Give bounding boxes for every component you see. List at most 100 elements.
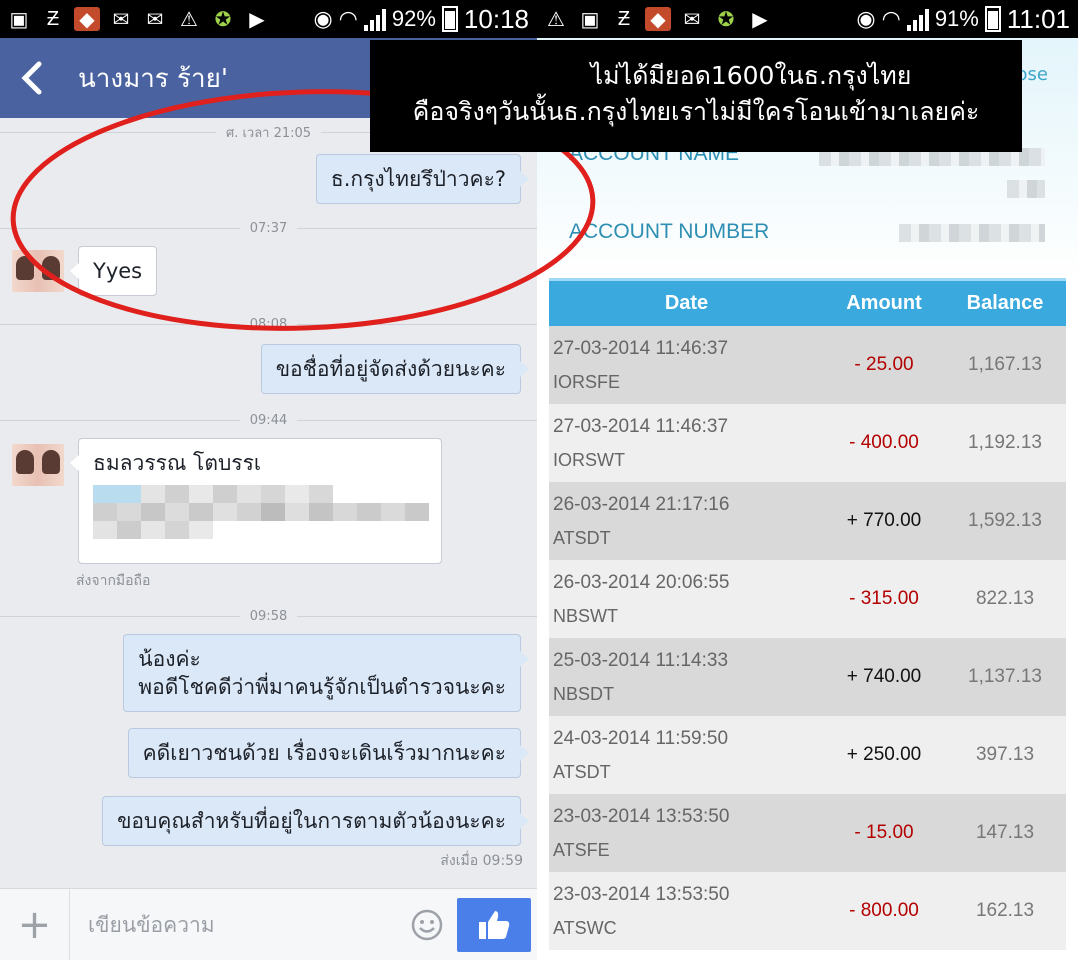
tx-code: ATSDT (553, 762, 611, 782)
thumbs-up-icon (479, 910, 510, 939)
chevron-left-icon (21, 61, 42, 95)
tx-balance: 1,592.13 (968, 510, 1042, 531)
table-header: Date Amount Balance (549, 278, 1066, 326)
game-icon: ◆ (74, 7, 100, 31)
message-outgoing[interactable]: น้องค่ะ พอดีโชคดีว่าพี่มาคนรู้จักเป็นตำร… (123, 634, 529, 712)
clock: 10:18 (463, 3, 529, 34)
attach-button[interactable]: + (0, 888, 70, 960)
eye-icon: ◉ (313, 6, 333, 31)
transaction-table: Date Amount Balance 27-03-2014 11:46:37 I… (549, 278, 1066, 950)
sent-from-mobile: ส่งจากมือถือ (76, 573, 151, 589)
plus-icon: + (17, 901, 52, 948)
table-row[interactable]: 23-03-2014 13:53:50 ATSFE - 15.00 147.13 (549, 794, 1066, 872)
warning-icon: ⚠ (180, 8, 198, 31)
tx-code: NBSWT (553, 606, 618, 626)
blurred-address (93, 485, 429, 539)
table-row[interactable]: 24-03-2014 11:59:50 ATSDT + 250.00 397.13 (549, 716, 1066, 794)
avatar[interactable] (12, 250, 64, 292)
tx-amount: + 250.00 (846, 744, 922, 765)
gallery-icon: ▣ (9, 8, 29, 31)
signal-icon (363, 7, 386, 31)
col-header-amount: Amount (846, 292, 922, 314)
tx-balance: 822.13 (975, 588, 1035, 609)
contact-name[interactable]: นางมาร ร้าย' (64, 58, 228, 99)
message-outgoing[interactable]: ธ.กรุงไทยรึป่าวคะ? (315, 154, 530, 204)
tx-amount: - 25.00 (854, 354, 914, 375)
account-number-redacted (899, 224, 1045, 242)
tx-date: 27-03-2014 11:46:37 (553, 338, 729, 359)
col-header-balance: Balance (966, 292, 1044, 314)
sent-time: ส่งเมื่อ 09:59 (440, 853, 523, 869)
game-icon: ◆ (645, 7, 671, 31)
battery-icon (441, 6, 458, 32)
message-input[interactable] (70, 899, 397, 950)
wifi-icon: ◠ (338, 6, 358, 31)
account-number-label: ACCOUNT NUMBER (569, 220, 770, 243)
signal-icon (906, 7, 929, 31)
table-row[interactable]: 27-03-2014 11:46:37 IORSWT - 400.00 1,192.1… (549, 404, 1066, 482)
tx-balance: 147.13 (975, 822, 1035, 843)
tx-amount: - 315.00 (849, 588, 919, 609)
table-row[interactable]: 25-03-2014 11:14:33 NBSDT + 740.00 1,137.13 (549, 638, 1066, 716)
tx-balance: 1,137.13 (968, 666, 1042, 687)
message-incoming-address[interactable]: ธมลวรรณ โตบรรเ (70, 438, 442, 564)
wifi-icon: ◠ (881, 6, 901, 31)
play-store-icon: ▶ (249, 8, 265, 31)
tx-balance: 162.13 (975, 900, 1035, 921)
caption-line-1: ไม่ได้มียอด1600ในธ.กรุงไทย (590, 61, 912, 90)
time-divider: 09:44 (0, 410, 537, 430)
account-name-redacted-2 (1007, 180, 1045, 198)
z-app-icon: Ƶ (46, 7, 60, 30)
emoji-button[interactable] (397, 908, 457, 942)
tx-amount: - 400.00 (849, 432, 919, 453)
tx-date: 23-03-2014 13:53:50 (553, 806, 730, 827)
message-outgoing[interactable]: คดีเยาวชนด้วย เรื่องจะเดินเร็วมากนะคะ (127, 728, 530, 778)
status-bar: ⚠ ▣ Ƶ ◆ ✉ ✪ ▶ ◉ ◠ 91% 11:01 (537, 0, 1078, 38)
message-outgoing[interactable]: ขอชื่อที่อยู่จัดส่งด้วยนะคะ (260, 344, 530, 394)
col-header-date: Date (664, 292, 709, 314)
tx-code: ATSFE (553, 840, 610, 860)
time-divider: 08:08 (0, 314, 537, 334)
table-row[interactable]: 26-03-2014 20:06:55 NBSWT - 315.00 822.13 (549, 560, 1066, 638)
message-outgoing[interactable]: ขอบคุณสำหรับที่อยู่ในการตามตัวน้องนะคะ (102, 796, 529, 846)
back-button[interactable] (0, 38, 64, 118)
avatar[interactable] (12, 444, 64, 486)
composer-bar: + (0, 888, 537, 960)
caption-overlay: ไม่ได้มียอด1600ในธ.กรุงไทย คือจริงๆวันนั… (370, 40, 1022, 152)
battery-percent: 92% (391, 6, 436, 31)
clock: 11:01 (1006, 3, 1070, 34)
status-bar: ▣ Ƶ ◆ ✉ ✉ ⚠ ✪ ▶ ◉ ◠ 92% 10:18 (0, 0, 537, 38)
tx-date: 26-03-2014 21:17:16 (553, 494, 730, 515)
smiley-icon (411, 909, 443, 940)
tx-code: IORSFE (553, 372, 621, 392)
running-icon: ✪ (717, 8, 735, 31)
tx-balance: 397.13 (975, 744, 1035, 765)
table-row[interactable]: 26-03-2014 21:17:16 ATSDT + 770.00 1,592.13 (549, 482, 1066, 560)
message-incoming[interactable]: Yyes (69, 246, 158, 296)
battery-icon (984, 6, 1001, 32)
gmail-icon: ✉ (112, 8, 130, 31)
running-icon: ✪ (214, 8, 232, 31)
tx-date: 26-03-2014 20:06:55 (553, 572, 730, 593)
tx-date: 27-03-2014 11:46:37 (553, 416, 729, 437)
like-button[interactable] (457, 897, 531, 952)
gmail-icon-2: ✉ (146, 8, 164, 31)
tx-code: IORSWT (553, 450, 625, 470)
table-row[interactable]: 27-03-2014 11:46:37 IORSFE - 25.00 1,167.13 (549, 326, 1066, 404)
tx-amount: + 740.00 (846, 666, 922, 687)
table-body[interactable]: 27-03-2014 11:46:37 IORSFE - 25.00 1,167.13… (549, 326, 1066, 950)
tx-code: NBSDT (553, 684, 615, 704)
tx-date: 23-03-2014 13:53:50 (553, 884, 730, 905)
table-row[interactable]: 23-03-2014 13:53:50 ATSWC - 800.00 162.13 (549, 872, 1066, 950)
battery-percent: 91% (934, 6, 979, 31)
eye-icon: ◉ (856, 6, 876, 31)
tx-amount: + 770.00 (846, 510, 922, 531)
message-list[interactable]: ศ. เวลา 21:05 ธ.กรุงไทยรึป่าวคะ? 07:37 Y… (0, 118, 537, 888)
time-divider: 09:58 (0, 606, 537, 626)
play-store-icon: ▶ (752, 8, 768, 31)
tx-amount: - 800.00 (849, 900, 919, 921)
tx-amount: - 15.00 (854, 822, 914, 843)
tx-date: 24-03-2014 11:59:50 (553, 728, 729, 749)
warning-icon: ⚠ (547, 8, 565, 31)
gmail-icon: ✉ (683, 8, 701, 31)
